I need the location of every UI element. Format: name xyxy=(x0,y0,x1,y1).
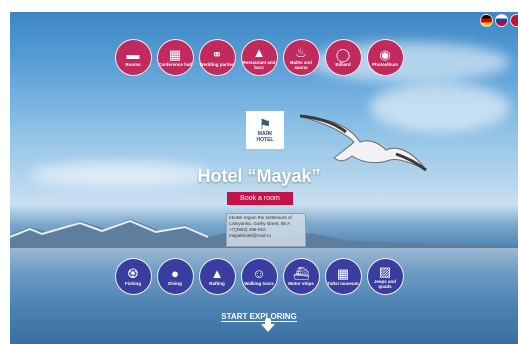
museum-icon: ▦ xyxy=(336,266,350,281)
jeep-icon: ▨ xyxy=(378,263,392,279)
nav-conference-hall[interactable]: ▦ Conference hall xyxy=(156,39,194,76)
nav-jeeps-quads[interactable]: ▨ Jeeps and quads xyxy=(366,258,404,295)
start-exploring-link[interactable]: START EXPLORING xyxy=(0,312,518,322)
diver-icon: ● xyxy=(171,266,179,281)
nav-rooms[interactable]: ▬ Rooms xyxy=(114,39,152,76)
nav-billiard[interactable]: ◯ Billiard xyxy=(324,39,362,76)
flag-en-icon[interactable] xyxy=(510,14,518,27)
book-room-button[interactable]: Book a room xyxy=(227,192,293,205)
activities-nav: ♼ Fishing ● Diving ▲ Rafting ☺ Walking tours… xyxy=(0,258,518,295)
billiard-ball-icon: ◯ xyxy=(335,47,351,62)
bed-icon: ▬ xyxy=(126,47,140,62)
nav-restaurant[interactable]: ▲ Restaurant and bars xyxy=(240,39,278,76)
email-address: mayakhotel@mail.ru xyxy=(229,233,271,238)
flag-ru-icon[interactable] xyxy=(495,14,508,27)
nav-diving[interactable]: ● Diving xyxy=(156,258,194,295)
hiker-icon: ☺ xyxy=(252,266,266,281)
services-nav: ▬ Rooms ▦ Conference hall ⚭ Wedding parties… xyxy=(0,39,518,76)
nav-fishing[interactable]: ♼ Fishing xyxy=(114,258,152,295)
nav-wedding-parties[interactable]: ⚭ Wedding parties xyxy=(198,39,236,76)
raft-icon: ▲ xyxy=(210,266,224,281)
logo-subtext: HOTEL xyxy=(256,137,274,143)
nav-photoalbum[interactable]: ◉ Photoalbum xyxy=(366,39,404,76)
language-switcher xyxy=(480,14,518,27)
camera-icon: ◉ xyxy=(379,47,391,62)
conference-icon: ▦ xyxy=(168,47,182,62)
sauna-icon: ♨ xyxy=(295,44,307,60)
hotel-logo: ⚑ МАЯК HOTEL xyxy=(246,111,284,149)
down-arrow-icon[interactable] xyxy=(261,324,275,332)
start-exploring-label: START EXPLORING xyxy=(221,312,297,322)
nav-baths-sauna[interactable]: ♨ Baths and sauna xyxy=(282,39,320,76)
nav-motor-ships[interactable]: ⛴ Motor ships xyxy=(282,258,320,295)
page-title: Hotel “Mayak” xyxy=(197,166,321,186)
rings-icon: ⚭ xyxy=(211,47,223,62)
nav-taltsi-museum[interactable]: ▦ Taltsi museum xyxy=(324,258,362,295)
nav-rafting[interactable]: ▲ Rafting xyxy=(198,258,236,295)
flag-de-icon[interactable] xyxy=(480,14,493,27)
contact-tooltip: Irkutsk region the settlement of Listvya… xyxy=(226,213,306,247)
nav-walking-tours[interactable]: ☺ Walking tours xyxy=(240,258,278,295)
ship-icon: ⛴ xyxy=(292,266,310,281)
lighthouse-icon: ⚑ xyxy=(258,116,272,132)
cloche-icon: ▲ xyxy=(252,44,266,60)
fish-icon: ♼ xyxy=(127,266,139,281)
